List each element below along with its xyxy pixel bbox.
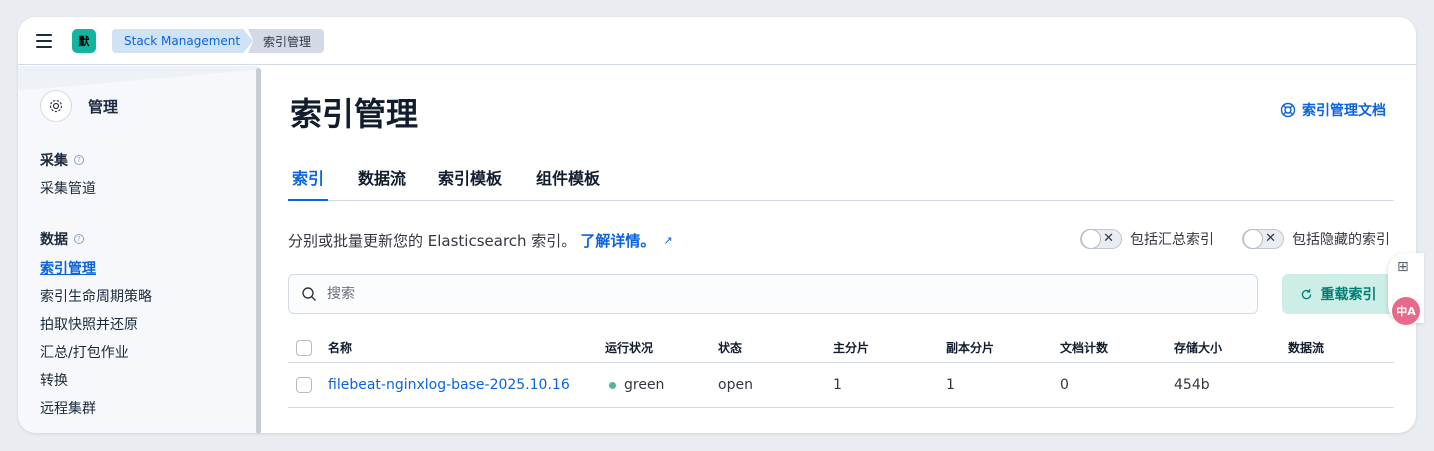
column-header-storage-size[interactable]: 存储大小 bbox=[1174, 333, 1222, 362]
sidebar-item-ingest-pipelines[interactable]: 采集管道 bbox=[40, 178, 96, 198]
column-header-doc-count[interactable]: 文档计数 bbox=[1060, 333, 1108, 362]
table-header: 名称 运行状况 状态 主分片 副本分片 文档计数 存储大小 数据流 bbox=[288, 333, 1394, 363]
column-header-data-stream[interactable]: 数据流 bbox=[1288, 333, 1324, 362]
tab-data-streams[interactable]: 数据流 bbox=[354, 165, 410, 201]
sidebar-group-label: 数据 bbox=[40, 232, 68, 248]
close-icon: ✕ bbox=[1265, 231, 1276, 246]
sidebar-item-index-management[interactable]: 索引管理 bbox=[40, 258, 96, 278]
sidebar-item-snapshot-restore[interactable]: 拍取快照并还原 bbox=[40, 314, 138, 334]
column-header-name[interactable]: 名称 bbox=[328, 333, 352, 362]
primaries-value: 1 bbox=[833, 377, 842, 393]
hidden-switch[interactable]: ✕ bbox=[1242, 229, 1284, 249]
sidebar-group-data: 数据 ? bbox=[40, 229, 84, 249]
toggle-include-rollup[interactable]: ✕ 包括汇总索引 bbox=[1080, 229, 1214, 249]
docs-link-label: 索引管理文档 bbox=[1302, 103, 1386, 119]
grid-add-icon[interactable]: ⊞ bbox=[1397, 259, 1409, 275]
storage-size-value: 454b bbox=[1174, 377, 1210, 393]
column-header-health[interactable]: 运行状况 bbox=[605, 333, 653, 362]
description-text: 分别或批量更新您的 Elasticsearch 索引。 bbox=[288, 232, 577, 250]
index-name-link[interactable]: filebeat-nginxlog-base-2025.10.16 bbox=[328, 377, 570, 393]
table-row: filebeat-nginxlog-base-2025.10.16 green … bbox=[288, 363, 1394, 408]
doc-count-value: 0 bbox=[1060, 377, 1069, 393]
top-header: 默 Stack Management 索引管理 bbox=[18, 17, 1416, 65]
sidebar-group-label: 采集 bbox=[40, 153, 68, 169]
floating-toolbar: ⊞ 中A bbox=[1388, 253, 1424, 325]
search-box bbox=[288, 274, 1258, 314]
column-header-status[interactable]: 状态 bbox=[718, 333, 742, 362]
health-status-dot bbox=[609, 381, 616, 389]
sidebar-item-remote-clusters[interactable]: 远程集群 bbox=[40, 398, 96, 418]
lifebuoy-icon bbox=[1280, 102, 1296, 118]
sidebar-item-rollup-jobs[interactable]: 汇总/打包作业 bbox=[40, 342, 129, 362]
refresh-icon bbox=[1301, 288, 1311, 299]
docs-link[interactable]: 索引管理文档 bbox=[1280, 100, 1386, 120]
row-checkbox[interactable] bbox=[296, 377, 312, 393]
translate-icon[interactable]: 中A bbox=[1392, 297, 1420, 325]
tab-bar: 索引 数据流 索引模板 组件模板 bbox=[288, 165, 1394, 201]
search-icon bbox=[302, 287, 316, 301]
tab-component-templates[interactable]: 组件模板 bbox=[532, 165, 604, 201]
status-value: open bbox=[718, 377, 753, 393]
health-value: green bbox=[624, 377, 665, 393]
toggle-label: 包括隐藏的索引 bbox=[1292, 232, 1390, 248]
reload-indices-button[interactable]: 重载索引 bbox=[1282, 274, 1394, 314]
sidebar-group-ingest: 采集 ? bbox=[40, 150, 84, 170]
learn-more-link[interactable]: 了解详情。 bbox=[580, 230, 655, 251]
external-link-icon: ↗ bbox=[663, 234, 673, 247]
indices-table: 名称 运行状况 状态 主分片 副本分片 文档计数 存储大小 数据流 filebe… bbox=[288, 333, 1394, 408]
breadcrumb-index-management: 索引管理 bbox=[248, 29, 324, 53]
close-icon: ✕ bbox=[1103, 231, 1114, 246]
reload-label: 重载索引 bbox=[1320, 286, 1377, 302]
page-title: 索引管理 bbox=[290, 95, 419, 133]
breadcrumb-stack-management[interactable]: Stack Management bbox=[112, 29, 253, 53]
help-icon[interactable]: ? bbox=[74, 234, 84, 244]
sidebar-item-transforms[interactable]: 转换 bbox=[40, 370, 68, 390]
rollup-switch[interactable]: ✕ bbox=[1080, 229, 1122, 249]
page-description: 分别或批量更新您的 Elasticsearch 索引。 了解详情。 ↗ bbox=[288, 230, 673, 251]
tab-index-templates[interactable]: 索引模板 bbox=[434, 165, 506, 201]
sidebar-item-ilm-policies[interactable]: 索引生命周期策略 bbox=[40, 286, 152, 306]
search-input[interactable] bbox=[327, 286, 1127, 302]
space-avatar[interactable]: 默 bbox=[72, 29, 96, 53]
sidebar: 管理 采集 ? 采集管道 数据 ? 索引管理 索引生命周期策略 拍取快照并还原 … bbox=[18, 66, 258, 433]
menu-icon[interactable] bbox=[36, 34, 52, 48]
tab-indices[interactable]: 索引 bbox=[288, 165, 329, 201]
toggle-include-hidden[interactable]: ✕ 包括隐藏的索引 bbox=[1242, 229, 1390, 249]
help-icon[interactable]: ? bbox=[74, 155, 84, 165]
replicas-value: 1 bbox=[946, 377, 955, 393]
app-window: 默 Stack Management 索引管理 管理 采集 ? 采集管道 数据 … bbox=[18, 17, 1416, 433]
management-gear-icon bbox=[40, 90, 72, 122]
sidebar-scrollbar[interactable] bbox=[256, 68, 261, 433]
toggle-label: 包括汇总索引 bbox=[1130, 232, 1214, 248]
column-header-primaries[interactable]: 主分片 bbox=[833, 333, 869, 362]
sidebar-title: 管理 bbox=[88, 98, 119, 116]
column-header-replicas[interactable]: 副本分片 bbox=[946, 333, 994, 362]
select-all-checkbox[interactable] bbox=[296, 339, 312, 356]
